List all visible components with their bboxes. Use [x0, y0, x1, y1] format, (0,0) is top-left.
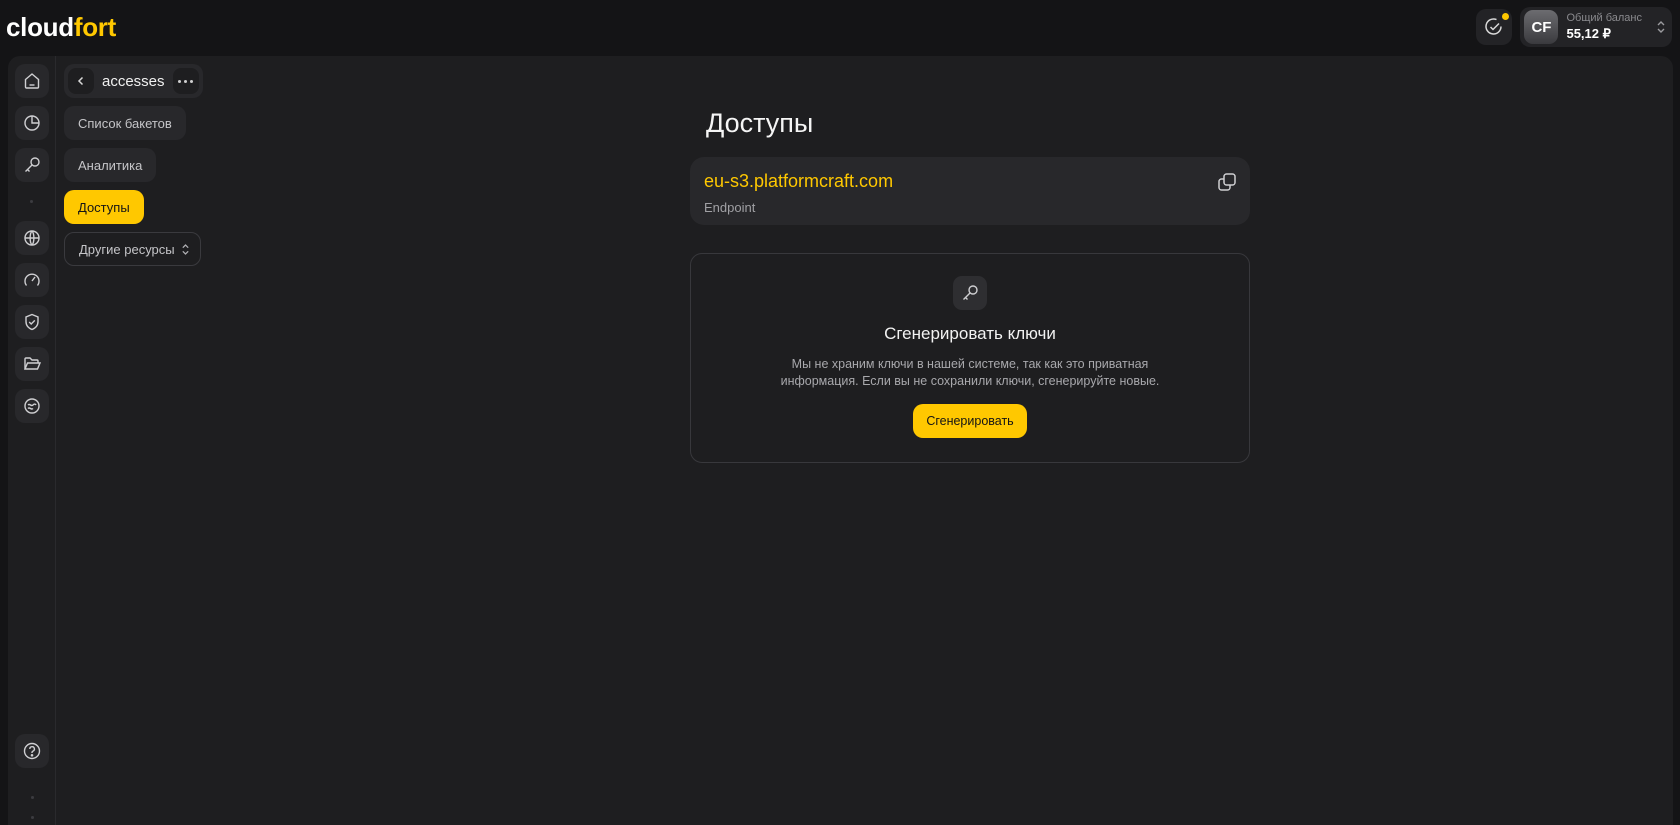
other-resources-select[interactable]: Другие ресурсы: [64, 232, 201, 266]
rail-separator: [30, 200, 33, 203]
nav-analytics[interactable]: Аналитика: [64, 148, 157, 182]
check-circle-icon: [1485, 18, 1503, 35]
status-button[interactable]: [1476, 9, 1513, 45]
generate-button[interactable]: Сгенерировать: [913, 404, 1027, 438]
balance-label: Общий баланс: [1566, 12, 1642, 24]
logo[interactable]: cloudfort: [6, 14, 116, 40]
nav-accesses[interactable]: Доступы: [64, 190, 144, 224]
keys-desc-line2: информация. Если вы не сохранили ключи, …: [780, 374, 1160, 388]
account-switcher[interactable]: CF Общий баланс 55,12 ₽: [1520, 7, 1672, 47]
page-title: Доступы: [706, 108, 814, 138]
help-icon: [23, 742, 41, 760]
rail-help[interactable]: [15, 734, 49, 768]
balance: Общий баланс 55,12 ₽: [1566, 12, 1648, 42]
keys-desc-line1: Мы не храним ключи в нашей системе, так …: [791, 357, 1149, 371]
shield-check-icon: [24, 313, 39, 331]
rail-storage[interactable]: [14, 389, 49, 423]
nav-bucket-list[interactable]: Список бакетов: [64, 106, 186, 140]
rail-files[interactable]: [14, 347, 49, 381]
endpoint-label: Endpoint: [704, 200, 756, 215]
gauge-icon: [23, 273, 40, 286]
home-icon: [24, 73, 39, 89]
rail-analytics[interactable]: [14, 106, 49, 140]
key-icon: [24, 157, 40, 172]
notification-dot: [1502, 13, 1510, 20]
globe-icon: [23, 230, 40, 246]
bucket-title: accesses: [102, 72, 165, 90]
subnav-items: Список бакетов Аналитика Доступы Другие …: [64, 98, 214, 266]
main-panel: accesses Список бакетов Аналитика Доступ…: [8, 56, 1673, 825]
keys-description: Мы не храним ключи в нашей системе, так …: [760, 356, 1180, 390]
header-actions: CF Общий баланс 55,12 ₽: [1476, 7, 1672, 47]
logo-text-cloud: cloud: [6, 12, 74, 42]
icon-rail: [8, 56, 56, 825]
back-button[interactable]: [68, 68, 94, 94]
rail-keys[interactable]: [14, 148, 49, 182]
chevron-up-down-icon: [181, 243, 189, 255]
rail-security[interactable]: [14, 305, 49, 339]
logo-text-fort: fort: [73, 12, 116, 42]
top-bar: cloudfort CF Общий баланс 55,12 ₽: [0, 0, 1680, 54]
rail-bottom: [15, 734, 49, 819]
content: Доступы eu-s3.platformcraft.com Endpoint…: [690, 108, 1250, 463]
chevron-up-down-icon: [1657, 21, 1665, 33]
generate-keys-card: Сгенерировать ключи Мы не храним ключи в…: [690, 253, 1250, 463]
other-resources-label: Другие ресурсы: [79, 241, 175, 257]
secondary-nav: accesses Список бакетов Аналитика Доступ…: [64, 64, 214, 266]
endpoint-card: eu-s3.platformcraft.com Endpoint: [690, 157, 1250, 225]
copy-icon[interactable]: [1216, 171, 1238, 193]
subnav-header: accesses: [64, 64, 203, 98]
rail-home[interactable]: [14, 64, 49, 98]
rail-dots: [30, 796, 34, 819]
chevron-left-icon: [77, 76, 84, 86]
avatar: CF: [1524, 10, 1559, 44]
more-icon: [178, 79, 182, 83]
key-icon-box: [953, 276, 987, 310]
folder-open-icon: [23, 357, 41, 370]
keys-title: Сгенерировать ключи: [884, 324, 1056, 343]
endpoint-url[interactable]: eu-s3.platformcraft.com: [704, 171, 1236, 192]
rail-network[interactable]: [14, 221, 49, 255]
pie-chart-icon: [23, 115, 40, 131]
more-options-button[interactable]: [172, 68, 199, 94]
storage-icon: [23, 398, 40, 414]
rail-monitoring[interactable]: [14, 263, 49, 297]
key-icon: [963, 285, 978, 300]
balance-value: 55,12 ₽: [1566, 26, 1611, 41]
